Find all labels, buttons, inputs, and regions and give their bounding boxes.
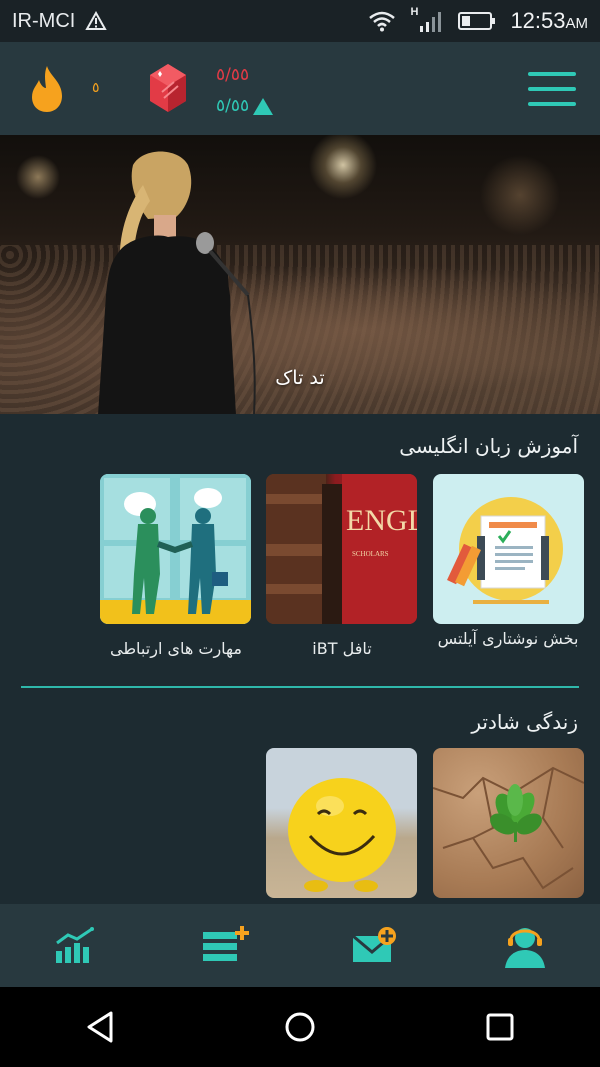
card-label-toefl-ibt: تافل iBT <box>312 639 372 658</box>
svg-text:ENGLISH: ENGLISH <box>346 504 417 537</box>
stat-red: ٥/٥٥ <box>216 65 250 85</box>
carrier-name: IR-MCI <box>12 9 76 32</box>
clock-ampm: AM <box>565 15 589 32</box>
flame-icon[interactable] <box>26 64 68 114</box>
bottom-nav <box>0 904 600 987</box>
plant-in-cracked-ground-image <box>433 766 584 890</box>
stat-teal: ٥/٥٥ <box>216 96 250 116</box>
card-happier-life-2[interactable] <box>266 748 417 898</box>
nav-add-list[interactable] <box>150 904 300 987</box>
home-button[interactable] <box>270 997 330 1057</box>
nav-add-message[interactable] <box>300 904 450 987</box>
flame-count: ٥ <box>92 80 100 96</box>
stat-teal-group: ٥/٥٥ <box>216 96 274 116</box>
menu-button[interactable] <box>528 72 576 106</box>
card-label-communication-skills: مهارت های ارتباطی <box>109 639 242 658</box>
triangle-icon <box>253 97 274 115</box>
ielts-writing-image <box>447 497 563 604</box>
card-happier-life-1[interactable] <box>433 748 584 898</box>
status-right: H 12:53AM <box>368 6 588 34</box>
back-icon <box>87 1011 113 1043</box>
banner-title: تد تاک <box>275 367 325 389</box>
home-icon <box>285 1012 315 1042</box>
section-title-happier-life: زندگی شادتر <box>471 710 578 734</box>
system-nav-bar <box>0 987 600 1067</box>
card-label-ielts-writing: بخش نوشتاری آیلتس <box>437 629 579 648</box>
support-agent-icon <box>505 927 545 968</box>
section-title-english: آموزش زبان انگلیسی <box>399 434 578 458</box>
communication-skills-image <box>100 474 251 624</box>
nav-support[interactable] <box>450 904 600 987</box>
carrier-group: IR-MCI <box>12 9 108 33</box>
add-message-icon <box>352 926 396 962</box>
signal-icon <box>420 12 442 32</box>
smiley-ball-image <box>288 778 396 892</box>
svg-text:SCHOLARS: SCHOLARS <box>352 550 389 558</box>
warning-icon <box>85 11 108 30</box>
signal-group: H <box>410 6 444 34</box>
battery-icon <box>458 12 496 30</box>
clock: 12:53AM <box>510 8 588 34</box>
menu-line <box>528 72 576 76</box>
featured-banner[interactable]: تد تاک <box>0 135 600 414</box>
stats-icon <box>56 926 94 963</box>
recents-button[interactable] <box>470 997 530 1057</box>
add-list-icon <box>203 925 249 961</box>
menu-line <box>528 102 576 106</box>
nav-stats[interactable] <box>0 904 150 987</box>
card-toefl-ibt[interactable]: ENGLISH SCHOLARS <box>266 474 417 624</box>
card-ielts-writing[interactable] <box>433 474 584 624</box>
wifi-icon <box>369 11 396 32</box>
menu-line <box>528 87 576 91</box>
recents-icon <box>486 1013 514 1041</box>
status-bar: IR-MCI H 12:53AM <box>0 0 600 42</box>
card-communication-skills[interactable] <box>100 474 251 624</box>
section-divider <box>21 686 579 688</box>
clock-time: 12:53 <box>510 8 566 33</box>
back-button[interactable] <box>70 997 130 1057</box>
english-book-image: ENGLISH SCHOLARS <box>266 474 417 624</box>
gem-icon[interactable] <box>148 62 188 114</box>
app-header: ٥ ٥/٥٥ ٥/٥٥ <box>0 42 600 135</box>
